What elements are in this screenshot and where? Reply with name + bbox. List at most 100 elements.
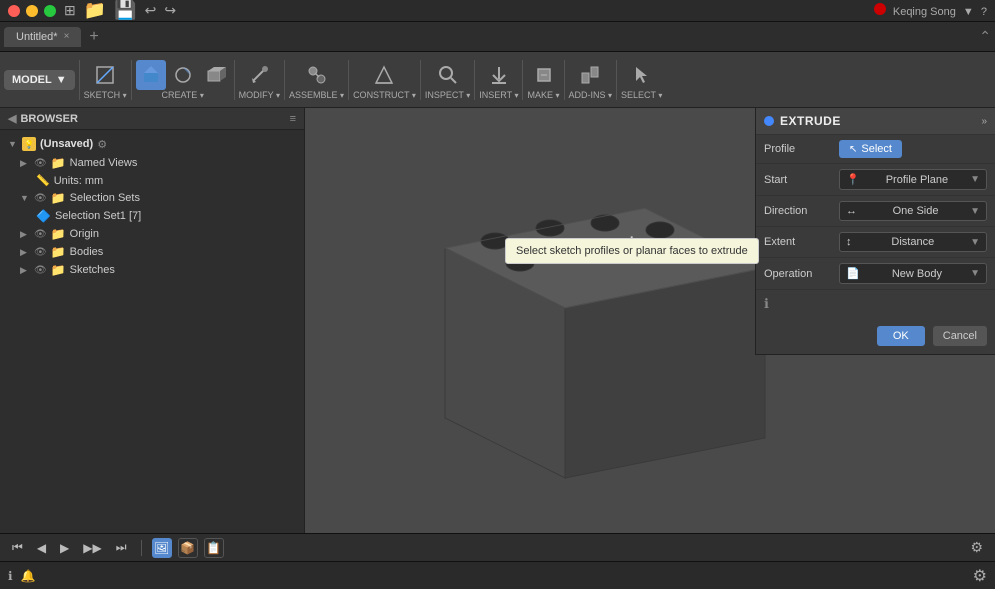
create-box-button[interactable] xyxy=(200,60,230,90)
extrude-select-button[interactable]: ↖ Select xyxy=(839,140,902,158)
addins-button[interactable] xyxy=(575,60,605,90)
extrude-direction-text: One Side xyxy=(893,205,939,217)
browser-collapse-button[interactable]: ◀ xyxy=(8,112,16,125)
new-tab-button[interactable]: + xyxy=(89,28,98,46)
addins-label: ADD-INS ▾ xyxy=(569,90,613,100)
browser-origin[interactable]: ▶ 👁 📁 Origin xyxy=(0,225,304,243)
nav-end-button[interactable]: ⏭ xyxy=(112,538,131,557)
browser-selection-sets[interactable]: ▼ 👁 📁 Selection Sets xyxy=(0,189,304,207)
content-area: ◀ BROWSER ≡ ▼ 💡 (Unsaved) ⚙ ▶ 👁 📁 Named … xyxy=(0,108,995,533)
timeline-view-button[interactable]: 🖼 xyxy=(152,538,172,558)
browser-bodies[interactable]: ▶ 👁 📁 Bodies xyxy=(0,243,304,261)
nav-start-button[interactable]: ⏮ xyxy=(8,538,27,557)
create-label: CREATE ▾ xyxy=(161,90,203,100)
start-dropdown-arrow: ▼ xyxy=(970,174,980,185)
model-view-button[interactable]: 📦 xyxy=(178,538,198,558)
create-revolve-button[interactable] xyxy=(168,60,198,90)
sketches-arrow: ▶ xyxy=(20,265,30,276)
sketches-visibility-icon[interactable]: 👁 xyxy=(34,265,47,276)
insert-group: INSERT ▾ xyxy=(479,60,518,100)
tab-close-button[interactable]: × xyxy=(64,31,70,42)
sketch-button[interactable] xyxy=(90,60,120,90)
selection-sets-visibility-icon[interactable]: 👁 xyxy=(34,193,47,204)
extrude-extent-dropdown[interactable]: ↕ Distance ▼ xyxy=(839,232,987,252)
browser-named-views[interactable]: ▶ 👁 📁 Named Views xyxy=(0,154,304,172)
extrude-start-value: 📍 Profile Plane ▼ xyxy=(839,169,987,190)
undo-button[interactable]: ↩ xyxy=(145,2,157,19)
create-group: CREATE ▾ xyxy=(136,60,230,100)
insert-label: INSERT ▾ xyxy=(479,90,518,100)
statusbar: ℹ 🔔 ⚙ xyxy=(0,561,995,589)
browser-root-item[interactable]: ▼ 💡 (Unsaved) ⚙ xyxy=(0,134,304,154)
extrude-start-dropdown[interactable]: 📍 Profile Plane ▼ xyxy=(839,169,987,190)
make-button[interactable] xyxy=(529,60,559,90)
modify-button[interactable] xyxy=(244,60,274,90)
extrude-operation-dropdown[interactable]: 📄 New Body ▼ xyxy=(839,263,987,284)
select-label: SELECT ▾ xyxy=(621,90,662,100)
save-button[interactable]: 💾 xyxy=(114,0,136,21)
origin-visibility-icon[interactable]: 👁 xyxy=(34,229,47,240)
titlebar: ⊞ 📁 💾 ↩ ↪ Keqing Song ▼ ? xyxy=(0,0,995,22)
file-menu[interactable]: 📁 xyxy=(84,0,106,21)
extrude-info-row: ℹ xyxy=(756,290,995,318)
modify-label: MODIFY ▾ xyxy=(239,90,280,100)
extrude-ok-button[interactable]: OK xyxy=(877,326,925,346)
toolbar-separator-9 xyxy=(564,60,565,100)
maximize-window-button[interactable] xyxy=(44,5,56,17)
construct-button[interactable] xyxy=(369,60,399,90)
extrude-start-label: Start xyxy=(764,174,839,186)
root-settings-icon[interactable]: ⚙ xyxy=(97,138,107,151)
layout-view-button[interactable]: 📋 xyxy=(204,538,224,558)
named-views-arrow: ▶ xyxy=(20,158,30,169)
browser-selection-set1[interactable]: 🔷 Selection Set1 [7] xyxy=(0,207,304,225)
extrude-direction-dropdown[interactable]: ↔ One Side ▼ xyxy=(839,201,987,221)
extrude-expand-button[interactable]: » xyxy=(981,116,987,127)
viewport-settings-button[interactable]: ⚙ xyxy=(966,537,987,558)
make-group: MAKE ▾ xyxy=(527,60,559,100)
panel-collapse-button[interactable]: ⌃ xyxy=(979,28,991,45)
direction-dropdown-arrow: ▼ xyxy=(970,206,980,217)
extrude-cancel-button[interactable]: Cancel xyxy=(933,326,987,346)
browser-options-button[interactable]: ≡ xyxy=(290,113,296,125)
close-window-button[interactable] xyxy=(8,5,20,17)
origin-folder-icon: 📁 xyxy=(51,227,66,241)
active-tab[interactable]: Untitled* × xyxy=(4,27,81,47)
redo-button[interactable]: ↪ xyxy=(164,2,176,19)
extrude-extent-text: Distance xyxy=(891,236,934,248)
select-button[interactable] xyxy=(627,60,657,90)
nav-prev-button[interactable]: ◀ xyxy=(33,539,50,557)
toolbar-separator-10 xyxy=(616,60,617,100)
root-icon: 💡 xyxy=(22,137,36,151)
named-views-visibility-icon[interactable]: 👁 xyxy=(34,158,47,169)
operation-icon: 📄 xyxy=(846,267,860,280)
extrude-profile-row: Profile ↖ Select xyxy=(756,135,995,164)
help-button[interactable]: ? xyxy=(981,6,987,18)
viewport[interactable]: Select sketch profiles or planar faces t… xyxy=(305,108,995,533)
bodies-visibility-icon[interactable]: 👁 xyxy=(34,247,47,258)
extrude-operation-text: New Body xyxy=(892,268,942,280)
browser-sketches[interactable]: ▶ 👁 📁 Sketches xyxy=(0,261,304,279)
browser-units[interactable]: 📏 Units: mm xyxy=(0,172,304,189)
bodies-arrow: ▶ xyxy=(20,247,30,258)
window-controls[interactable] xyxy=(8,5,56,17)
extrude-title: EXTRUDE xyxy=(780,114,841,128)
tooltip-text: Select sketch profiles or planar faces t… xyxy=(516,245,748,257)
model-dropdown-arrow[interactable]: ▼ xyxy=(56,74,67,86)
assemble-button[interactable] xyxy=(302,60,332,90)
bodies-label: Bodies xyxy=(70,246,104,258)
model-mode-button[interactable]: MODEL ▼ xyxy=(4,70,75,90)
info-icon[interactable]: ℹ xyxy=(764,296,769,312)
status-settings-icon[interactable]: ⚙ xyxy=(973,566,987,586)
titlebar-left: ⊞ 📁 💾 ↩ ↪ xyxy=(8,0,176,21)
nav-forward-button[interactable]: ▶▶ xyxy=(79,539,105,557)
nav-play-button[interactable]: ▶ xyxy=(56,539,73,557)
toolbar-separator-3 xyxy=(234,60,235,100)
app-menu-icon[interactable]: ⊞ xyxy=(64,2,76,19)
insert-button[interactable] xyxy=(484,60,514,90)
inspect-button[interactable] xyxy=(433,60,463,90)
extrude-start-row: Start 📍 Profile Plane ▼ xyxy=(756,164,995,196)
origin-label: Origin xyxy=(70,228,99,240)
minimize-window-button[interactable] xyxy=(26,5,38,17)
origin-arrow: ▶ xyxy=(20,229,30,240)
create-extrude-button[interactable] xyxy=(136,60,166,90)
